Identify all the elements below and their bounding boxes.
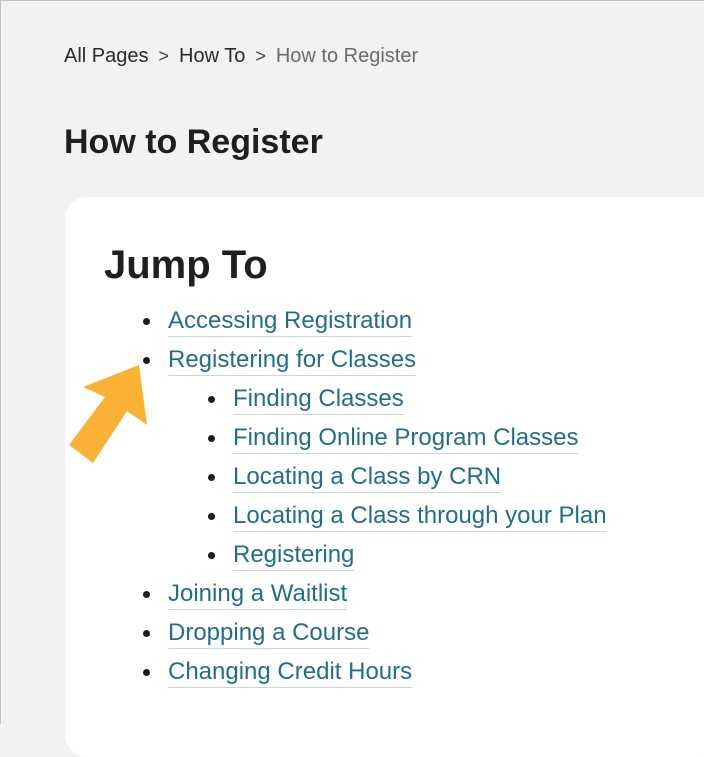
link-registering-for-classes[interactable]: Registering for Classes <box>168 344 417 376</box>
link-locating-class-by-crn[interactable]: Locating a Class by CRN <box>233 461 502 493</box>
link-locating-class-through-plan[interactable]: Locating a Class through your Plan <box>233 500 607 532</box>
bullet-icon <box>208 513 215 520</box>
bullet-icon <box>143 630 150 637</box>
bullet-icon <box>208 396 215 403</box>
link-finding-online-program-classes[interactable]: Finding Online Program Classes <box>233 422 579 454</box>
jump-to-heading: Jump To <box>104 243 268 287</box>
page-title: How to Register <box>64 123 323 161</box>
link-dropping-course[interactable]: Dropping a Course <box>168 617 370 649</box>
arrow-pointer-icon <box>69 365 147 463</box>
breadcrumb-separator: > <box>158 46 170 66</box>
bullet-icon <box>208 474 215 481</box>
bullet-icon <box>143 591 150 598</box>
breadcrumb-how-to[interactable]: How To <box>179 45 245 68</box>
bullet-icon <box>208 435 215 442</box>
breadcrumb-current: How to Register <box>275 45 419 67</box>
link-changing-credit-hours[interactable]: Changing Credit Hours <box>168 656 413 688</box>
breadcrumb: All Pages > How To > How to Register <box>64 45 418 68</box>
link-registering[interactable]: Registering <box>233 539 355 571</box>
link-accessing-registration[interactable]: Accessing Registration <box>168 305 413 337</box>
breadcrumb-all-pages[interactable]: All Pages <box>64 45 149 68</box>
bullet-icon <box>143 669 150 676</box>
bullet-icon <box>143 318 150 325</box>
link-finding-classes[interactable]: Finding Classes <box>233 383 404 415</box>
breadcrumb-separator: > <box>255 46 266 66</box>
link-joining-waitlist[interactable]: Joining a Waitlist <box>168 578 348 610</box>
page-frame: All Pages > How To > How to Register How… <box>0 0 704 757</box>
bullet-icon <box>208 552 215 559</box>
content-card: Jump To Accessing Registration Registeri… <box>65 197 704 757</box>
